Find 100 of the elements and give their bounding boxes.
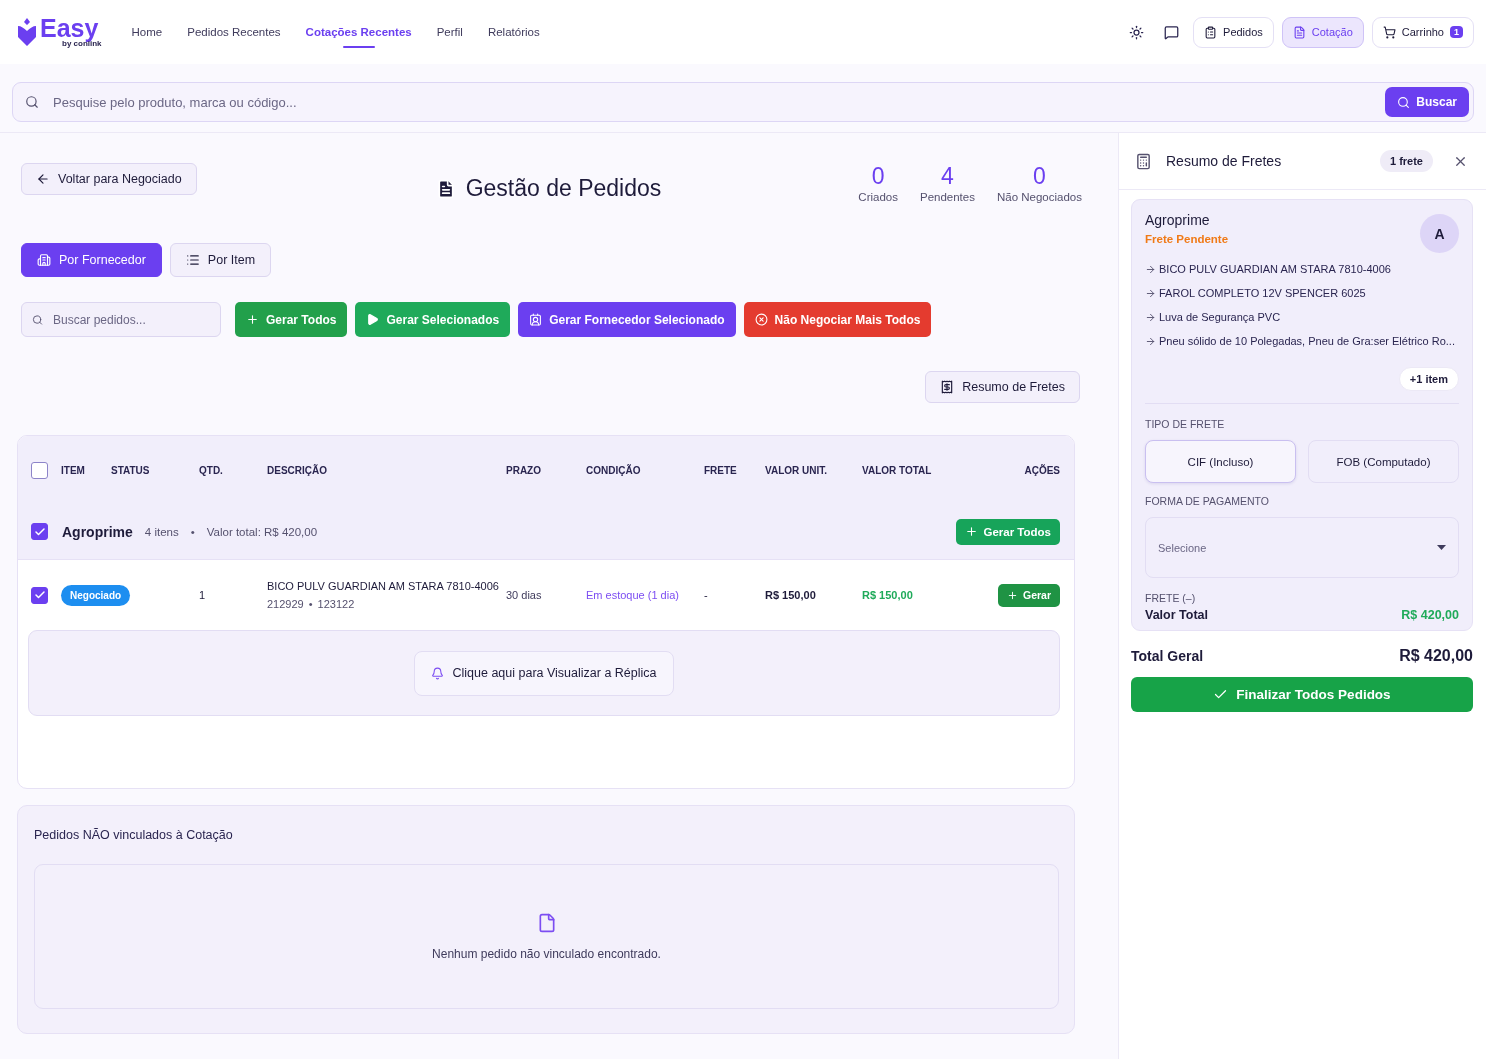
- table-cell-text: Em estoque (1 dia): [586, 589, 680, 601]
- view-toggle[interactable]: Por Item: [169, 243, 272, 277]
- building-icon: [37, 253, 51, 267]
- section-title: Pedidos NÃO vinculados à Cotação: [34, 828, 234, 842]
- arrow-icon: [1145, 311, 1156, 323]
- total-value: R$ 420,00: [1401, 608, 1459, 622]
- bell-icon: [431, 666, 445, 680]
- header-button[interactable]: Cotação: [1281, 16, 1364, 48]
- action-button[interactable]: Gerar Fornecedor Selecionado: [518, 302, 736, 337]
- freight-value: FRETE (–): [1145, 592, 1197, 604]
- chat-icon: [1164, 24, 1180, 40]
- search-field[interactable]: Buscar pedidos...: [51, 303, 210, 336]
- checkbox[interactable]: [31, 523, 48, 540]
- document-icon: [1292, 25, 1306, 39]
- column-header: FRETE: [704, 464, 738, 476]
- cart-icon: [1382, 25, 1396, 39]
- generate-button[interactable]: Gerar: [997, 583, 1060, 607]
- search-box[interactable]: Pesquise pelo produto, marca ou código... Buscar: [12, 82, 1474, 122]
- item-count: 4 itens: [144, 525, 179, 538]
- search-icon: [25, 95, 39, 109]
- empty-message: Nenhum pedido não vinculado encontrado.: [432, 946, 661, 961]
- more-items-button[interactable]: +1 item: [1398, 367, 1459, 391]
- column-header: QTD.: [199, 464, 224, 476]
- stat-label: Criados: [858, 191, 898, 203]
- column-header: ITEM: [61, 464, 86, 476]
- page-title: Gestão de Pedidos: [465, 175, 662, 202]
- table-cell-text: 30 dias: [506, 589, 543, 601]
- view-toggle[interactable]: Por Fornecedor: [21, 243, 162, 277]
- stat-value: 0: [871, 163, 885, 189]
- nav-link[interactable]: Relatórios: [487, 14, 540, 50]
- count-badge: 1: [1450, 26, 1463, 38]
- header-button[interactable]: Pedidos: [1193, 16, 1274, 48]
- checkbox[interactable]: [31, 586, 48, 604]
- header-button[interactable]: Carrinho 1: [1371, 16, 1474, 48]
- dropdown-icon: [1437, 545, 1446, 550]
- table-cell-text: BICO PULV GUARDIAN AM STARA 7810-4006: [267, 580, 500, 592]
- search-button[interactable]: Buscar: [1385, 87, 1469, 117]
- separator-dot: •: [190, 525, 195, 538]
- freight-status: Frete Pendente: [1145, 233, 1229, 245]
- table-cell-text: 1: [199, 589, 207, 601]
- count-badge: 1 frete: [1379, 150, 1433, 172]
- product-code: 212929: [267, 598, 304, 610]
- plus-icon: [246, 313, 259, 326]
- stat-value: 4: [941, 163, 954, 189]
- grand-total-value: R$ 420,00: [1399, 647, 1473, 665]
- logo-icon: [16, 18, 38, 46]
- close-circle-icon: [754, 313, 768, 326]
- clipboard-icon: [1204, 25, 1218, 39]
- field-label: TIPO DE FRETE: [1145, 418, 1226, 430]
- stat-value: 0: [1033, 163, 1046, 189]
- nav-link[interactable]: Pedidos Recentes: [187, 14, 281, 50]
- table-cell-text: R$ 150,00: [765, 589, 817, 601]
- checkbox[interactable]: [31, 461, 48, 479]
- column-header: VALOR UNIT.: [765, 464, 829, 476]
- stat-label: Não Negociados: [996, 191, 1082, 203]
- play-icon: [366, 313, 380, 326]
- payment-select[interactable]: Selecione: [1145, 517, 1459, 578]
- check-icon: [33, 589, 46, 601]
- freight-option[interactable]: FOB (Computado): [1308, 440, 1459, 483]
- column-header: PRAZO: [506, 464, 542, 476]
- separator-dot: •: [308, 598, 313, 610]
- field-label: FORMA DE PAGAMENTO: [1145, 495, 1270, 507]
- nav-link[interactable]: Home: [131, 14, 163, 50]
- check-icon: [33, 525, 46, 538]
- search-icon: [1397, 95, 1411, 109]
- nav-link[interactable]: Cotações Recentes: [305, 14, 412, 50]
- panel-title: Resumo de Fretes: [1166, 153, 1283, 169]
- receipt-icon: [940, 380, 955, 394]
- supplier-name: Agroprime: [62, 523, 133, 540]
- search-field[interactable]: Pesquise pelo produto, marca ou código...: [51, 83, 1374, 121]
- freight-option[interactable]: CIF (Incluso): [1145, 440, 1296, 483]
- plus-icon: [1006, 589, 1018, 601]
- calculator-icon: [1135, 152, 1152, 170]
- avatar: A: [1420, 214, 1459, 253]
- group-total: Valor total: R$ 420,00: [206, 525, 318, 538]
- action-button[interactable]: Não Negociar Mais Todos: [743, 302, 932, 337]
- item-name: Luva de Segurança PVC: [1159, 311, 1281, 323]
- column-header: VALOR TOTAL: [862, 464, 933, 476]
- back-button[interactable]: Voltar para Negociado: [21, 163, 197, 195]
- view-replica-button[interactable]: Clique aqui para Visualizar a Réplica: [414, 650, 674, 696]
- search-box[interactable]: Buscar pedidos...: [21, 302, 221, 337]
- contact-icon: [529, 313, 543, 326]
- table-cell-text: R$ 150,00: [862, 589, 914, 601]
- arrow-icon: [1145, 287, 1156, 299]
- nav-link[interactable]: Perfil: [436, 14, 463, 50]
- column-header: CONDIÇÃO: [586, 464, 642, 476]
- item-name: BICO PULV GUARDIAN AM STARA 7810-4006: [1159, 263, 1391, 275]
- freight-summary-button[interactable]: Resumo de Fretes: [925, 371, 1080, 403]
- table-cell-text: -: [704, 589, 709, 601]
- product-code: 123122: [317, 598, 355, 610]
- supplier-name: Agroprime: [1145, 212, 1211, 228]
- plus-icon: [965, 525, 979, 538]
- arrow-icon: [1145, 263, 1156, 275]
- item-name: FAROL COMPLETO 12V SPENCER 6025: [1159, 287, 1366, 299]
- column-header: DESCRIÇÃO: [267, 464, 328, 476]
- item-name: Pneu sólido de 10 Polegadas, Pneu de Gra:ser Elétrico Ro...: [1159, 335, 1455, 347]
- search-icon: [32, 313, 43, 326]
- sun-icon: [1129, 24, 1145, 40]
- arrow-icon: [1145, 335, 1156, 347]
- column-header: STATUS: [111, 464, 151, 476]
